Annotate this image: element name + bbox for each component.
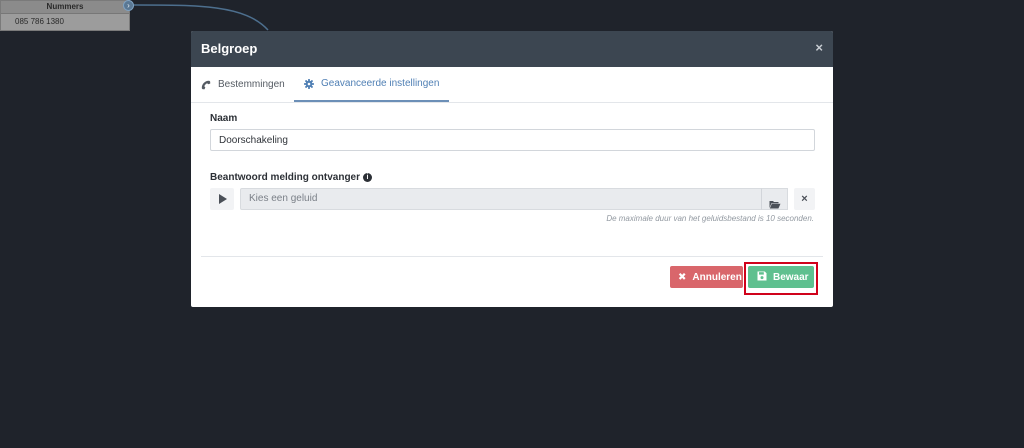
name-label: Naam [210, 113, 238, 124]
close-icon: ✖ [678, 271, 687, 283]
cancel-button-label: Annuleren [692, 271, 742, 283]
dialog-tabs: Bestemmingen Geavanceerde instellingen [191, 67, 833, 103]
phone-icon [201, 80, 211, 90]
tab-advanced-settings[interactable]: Geavanceerde instellingen [294, 67, 450, 102]
answer-notification-label: Beantwoord melding ontvanger i [210, 172, 373, 183]
tab-destinations[interactable]: Bestemmingen [201, 67, 285, 102]
info-icon[interactable]: i [363, 172, 373, 182]
node-output-connector-icon[interactable]: › [123, 0, 134, 11]
folder-open-icon [769, 196, 781, 214]
close-icon[interactable]: × [815, 40, 823, 56]
numbers-node[interactable]: Nummers 085 786 1380 [0, 0, 130, 31]
tab-advanced-settings-label: Geavanceerde instellingen [321, 78, 440, 89]
cancel-button[interactable]: ✖ Annuleren [670, 266, 743, 288]
play-sound-button[interactable] [210, 188, 234, 210]
belgroep-dialog: Belgroep × Bestemmingen Geavanceerde ins… [191, 31, 833, 307]
floppy-disk-icon [757, 271, 767, 284]
sound-duration-hint: De maximale duur van het geluidsbestand … [606, 214, 814, 223]
numbers-node-header: Nummers [1, 1, 129, 14]
dialog-header: Belgroep × [191, 31, 833, 67]
numbers-node-row: 085 786 1380 [15, 17, 64, 26]
sound-select-field[interactable]: Kies een geluid [240, 188, 788, 210]
clear-sound-button[interactable]: × [794, 188, 815, 210]
footer-divider [201, 256, 823, 257]
dialog-title: Belgroep [201, 41, 258, 56]
gear-icon [304, 78, 314, 89]
tab-destinations-label: Bestemmingen [218, 79, 285, 90]
play-icon [219, 194, 227, 204]
workspace-canvas: Nummers 085 786 1380 › Belgroep × Bestem… [0, 0, 1024, 448]
answer-notification-label-text: Beantwoord melding ontvanger [210, 172, 361, 183]
name-input[interactable] [210, 129, 815, 151]
browse-sound-button[interactable] [761, 188, 788, 210]
save-button-label: Bewaar [773, 271, 809, 283]
save-button[interactable]: Bewaar [748, 266, 814, 288]
